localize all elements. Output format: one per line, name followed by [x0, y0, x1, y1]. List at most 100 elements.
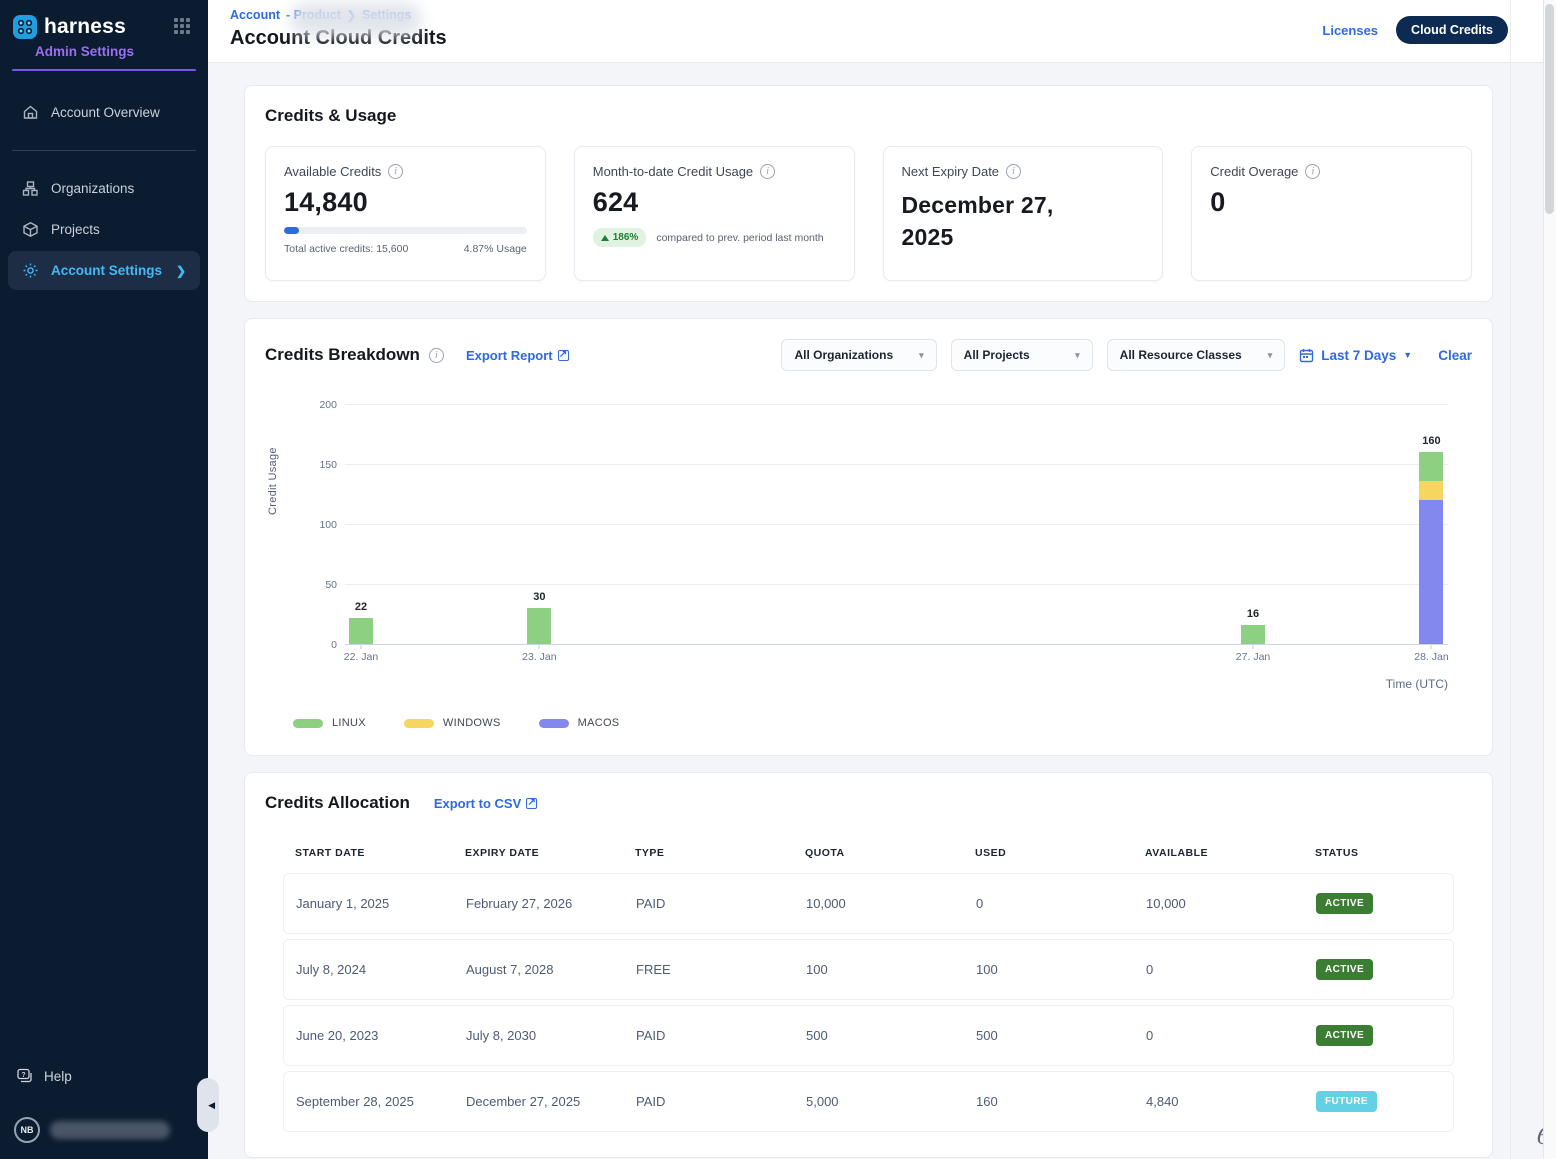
next-expiry-label: Next Expiry Date — [902, 164, 1000, 179]
delta-badge: 186% — [593, 228, 647, 247]
breadcrumb-account[interactable]: Account — [230, 8, 280, 22]
legend-item-linux[interactable]: LINUX — [293, 717, 366, 729]
y-axis-title: Credit Usage — [267, 447, 279, 515]
gear-icon — [22, 262, 39, 279]
bar-segment-linux[interactable] — [527, 608, 551, 644]
cell-status: ACTIVE — [1316, 893, 1441, 914]
brand-underline — [12, 69, 196, 71]
organizations-filter[interactable]: All Organizations▾ — [781, 339, 936, 371]
chevron-right-icon: ❯ — [176, 264, 186, 278]
user-row[interactable]: NB — [0, 1111, 208, 1153]
bar-total-label: 160 — [1422, 435, 1440, 447]
sidebar-item-label: Account Overview — [51, 105, 160, 120]
cell-quota: 5,000 — [806, 1094, 976, 1109]
avatar[interactable]: NB — [14, 1117, 40, 1143]
status-badge: ACTIVE — [1316, 959, 1373, 980]
org-chart-icon — [22, 180, 39, 197]
licenses-link[interactable]: Licenses — [1322, 23, 1378, 38]
cell-available: 0 — [1146, 962, 1316, 977]
scrollbar-track[interactable] — [1543, 0, 1556, 1159]
x-tick-mark — [1431, 645, 1432, 649]
credits-breakdown-section: Credits Breakdown i Export Report ↗ All … — [244, 318, 1493, 756]
gridline — [345, 464, 1448, 465]
allocation-header: Credits Allocation Export to CSV ↗ — [265, 793, 1472, 813]
credits-progress-fill — [284, 227, 299, 234]
table-row[interactable]: June 20, 2023July 8, 2030PAID5005000ACTI… — [283, 1005, 1454, 1066]
legend-item-windows[interactable]: WINDOWS — [404, 717, 501, 729]
chart-bar[interactable] — [1419, 452, 1443, 644]
table-row[interactable]: January 1, 2025February 27, 2026PAID10,0… — [283, 873, 1454, 934]
home-icon — [22, 104, 39, 121]
scrollbar-thumb[interactable] — [1545, 4, 1554, 214]
cell-status: ACTIVE — [1316, 1025, 1441, 1046]
column-header: TYPE — [635, 847, 805, 859]
next-expiry-card: Next Expiry Date i December 27, 2025 — [883, 146, 1164, 281]
column-header: START DATE — [295, 847, 465, 859]
external-link-icon: ↗ — [526, 798, 537, 809]
admin-settings-label: Admin Settings — [0, 40, 208, 69]
sidebar-collapse-handle[interactable]: ◀ — [197, 1078, 219, 1132]
module-grid-icon[interactable] — [174, 18, 192, 36]
clear-filters-link[interactable]: Clear — [1438, 348, 1472, 363]
help-button[interactable]: ? Help — [0, 1057, 208, 1111]
y-tick-label: 150 — [299, 459, 337, 471]
brand-name: harness — [44, 15, 174, 39]
cell-expiry-date: February 27, 2026 — [466, 896, 636, 911]
cell-used: 100 — [976, 962, 1146, 977]
cell-type: PAID — [636, 1094, 806, 1109]
table-header-row: START DATE EXPIRY DATE TYPE QUOTA USED A… — [283, 839, 1454, 873]
cloud-credits-button[interactable]: Cloud Credits — [1396, 16, 1508, 44]
chevron-down-icon: ▼ — [1403, 350, 1412, 360]
cell-status: ACTIVE — [1316, 959, 1441, 980]
chart-legend: LINUX WINDOWS MACOS — [293, 717, 1472, 729]
info-icon[interactable]: i — [1305, 164, 1320, 179]
legend-item-macos[interactable]: MACOS — [539, 717, 620, 729]
usage-percent: 4.87% Usage — [464, 243, 527, 255]
cube-icon — [22, 221, 39, 238]
sidebar-item-organizations[interactable]: Organizations — [8, 169, 200, 208]
x-tick-label: 28. Jan — [1414, 651, 1448, 663]
bar-segment-macos[interactable] — [1419, 500, 1443, 644]
gridline — [345, 584, 1448, 585]
sidebar-item-account-settings[interactable]: Account Settings ❯ — [8, 251, 200, 290]
column-header: QUOTA — [805, 847, 975, 859]
sidebar-item-label: Organizations — [51, 181, 134, 196]
y-tick-label: 200 — [299, 399, 337, 411]
projects-filter[interactable]: All Projects▾ — [951, 339, 1093, 371]
content-right-edge — [1510, 0, 1511, 1159]
delta-note: compared to prev. period last month — [656, 232, 823, 244]
sidebar-bottom: ? Help NB — [0, 1057, 208, 1159]
bar-segment-windows[interactable] — [1419, 481, 1443, 500]
chart-bar[interactable] — [1241, 625, 1265, 644]
resource-classes-filter[interactable]: All Resource Classes▾ — [1107, 339, 1286, 371]
export-report-link[interactable]: Export Report ↗ — [466, 348, 569, 363]
chart-bar[interactable] — [527, 608, 551, 644]
x-tick-mark — [360, 645, 361, 649]
available-credits-card: Available Credits i 14,840 Total active … — [265, 146, 546, 281]
column-header: STATUS — [1315, 847, 1442, 859]
table-body: January 1, 2025February 27, 2026PAID10,0… — [283, 873, 1454, 1132]
sidebar-item-projects[interactable]: Projects — [8, 210, 200, 249]
arrow-up-icon — [601, 235, 609, 241]
x-tick-mark — [1253, 645, 1254, 649]
info-icon[interactable]: i — [760, 164, 775, 179]
status-badge: FUTURE — [1316, 1091, 1377, 1112]
date-range-filter[interactable]: Last 7 Days ▼ — [1299, 348, 1412, 363]
export-csv-link[interactable]: Export to CSV ↗ — [434, 796, 537, 811]
bar-segment-linux[interactable] — [1419, 452, 1443, 481]
info-icon[interactable]: i — [429, 348, 444, 363]
bar-segment-linux[interactable] — [1241, 625, 1265, 644]
chart-bar[interactable] — [349, 618, 373, 644]
column-header: AVAILABLE — [1145, 847, 1315, 859]
sidebar-item-account-overview[interactable]: Account Overview — [8, 93, 200, 132]
next-expiry-value: December 27, 2025 — [902, 189, 1082, 253]
info-icon[interactable]: i — [1006, 164, 1021, 179]
cell-start-date: January 1, 2025 — [296, 896, 466, 911]
table-row[interactable]: September 28, 2025December 27, 2025PAID5… — [283, 1071, 1454, 1132]
info-icon[interactable]: i — [388, 164, 403, 179]
bar-segment-linux[interactable] — [349, 618, 373, 644]
cell-used: 160 — [976, 1094, 1146, 1109]
redacted-account-name — [290, 2, 422, 36]
chart-plot: 050100150200223016160 — [345, 405, 1448, 645]
table-row[interactable]: July 8, 2024August 7, 2028FREE1001000ACT… — [283, 939, 1454, 1000]
